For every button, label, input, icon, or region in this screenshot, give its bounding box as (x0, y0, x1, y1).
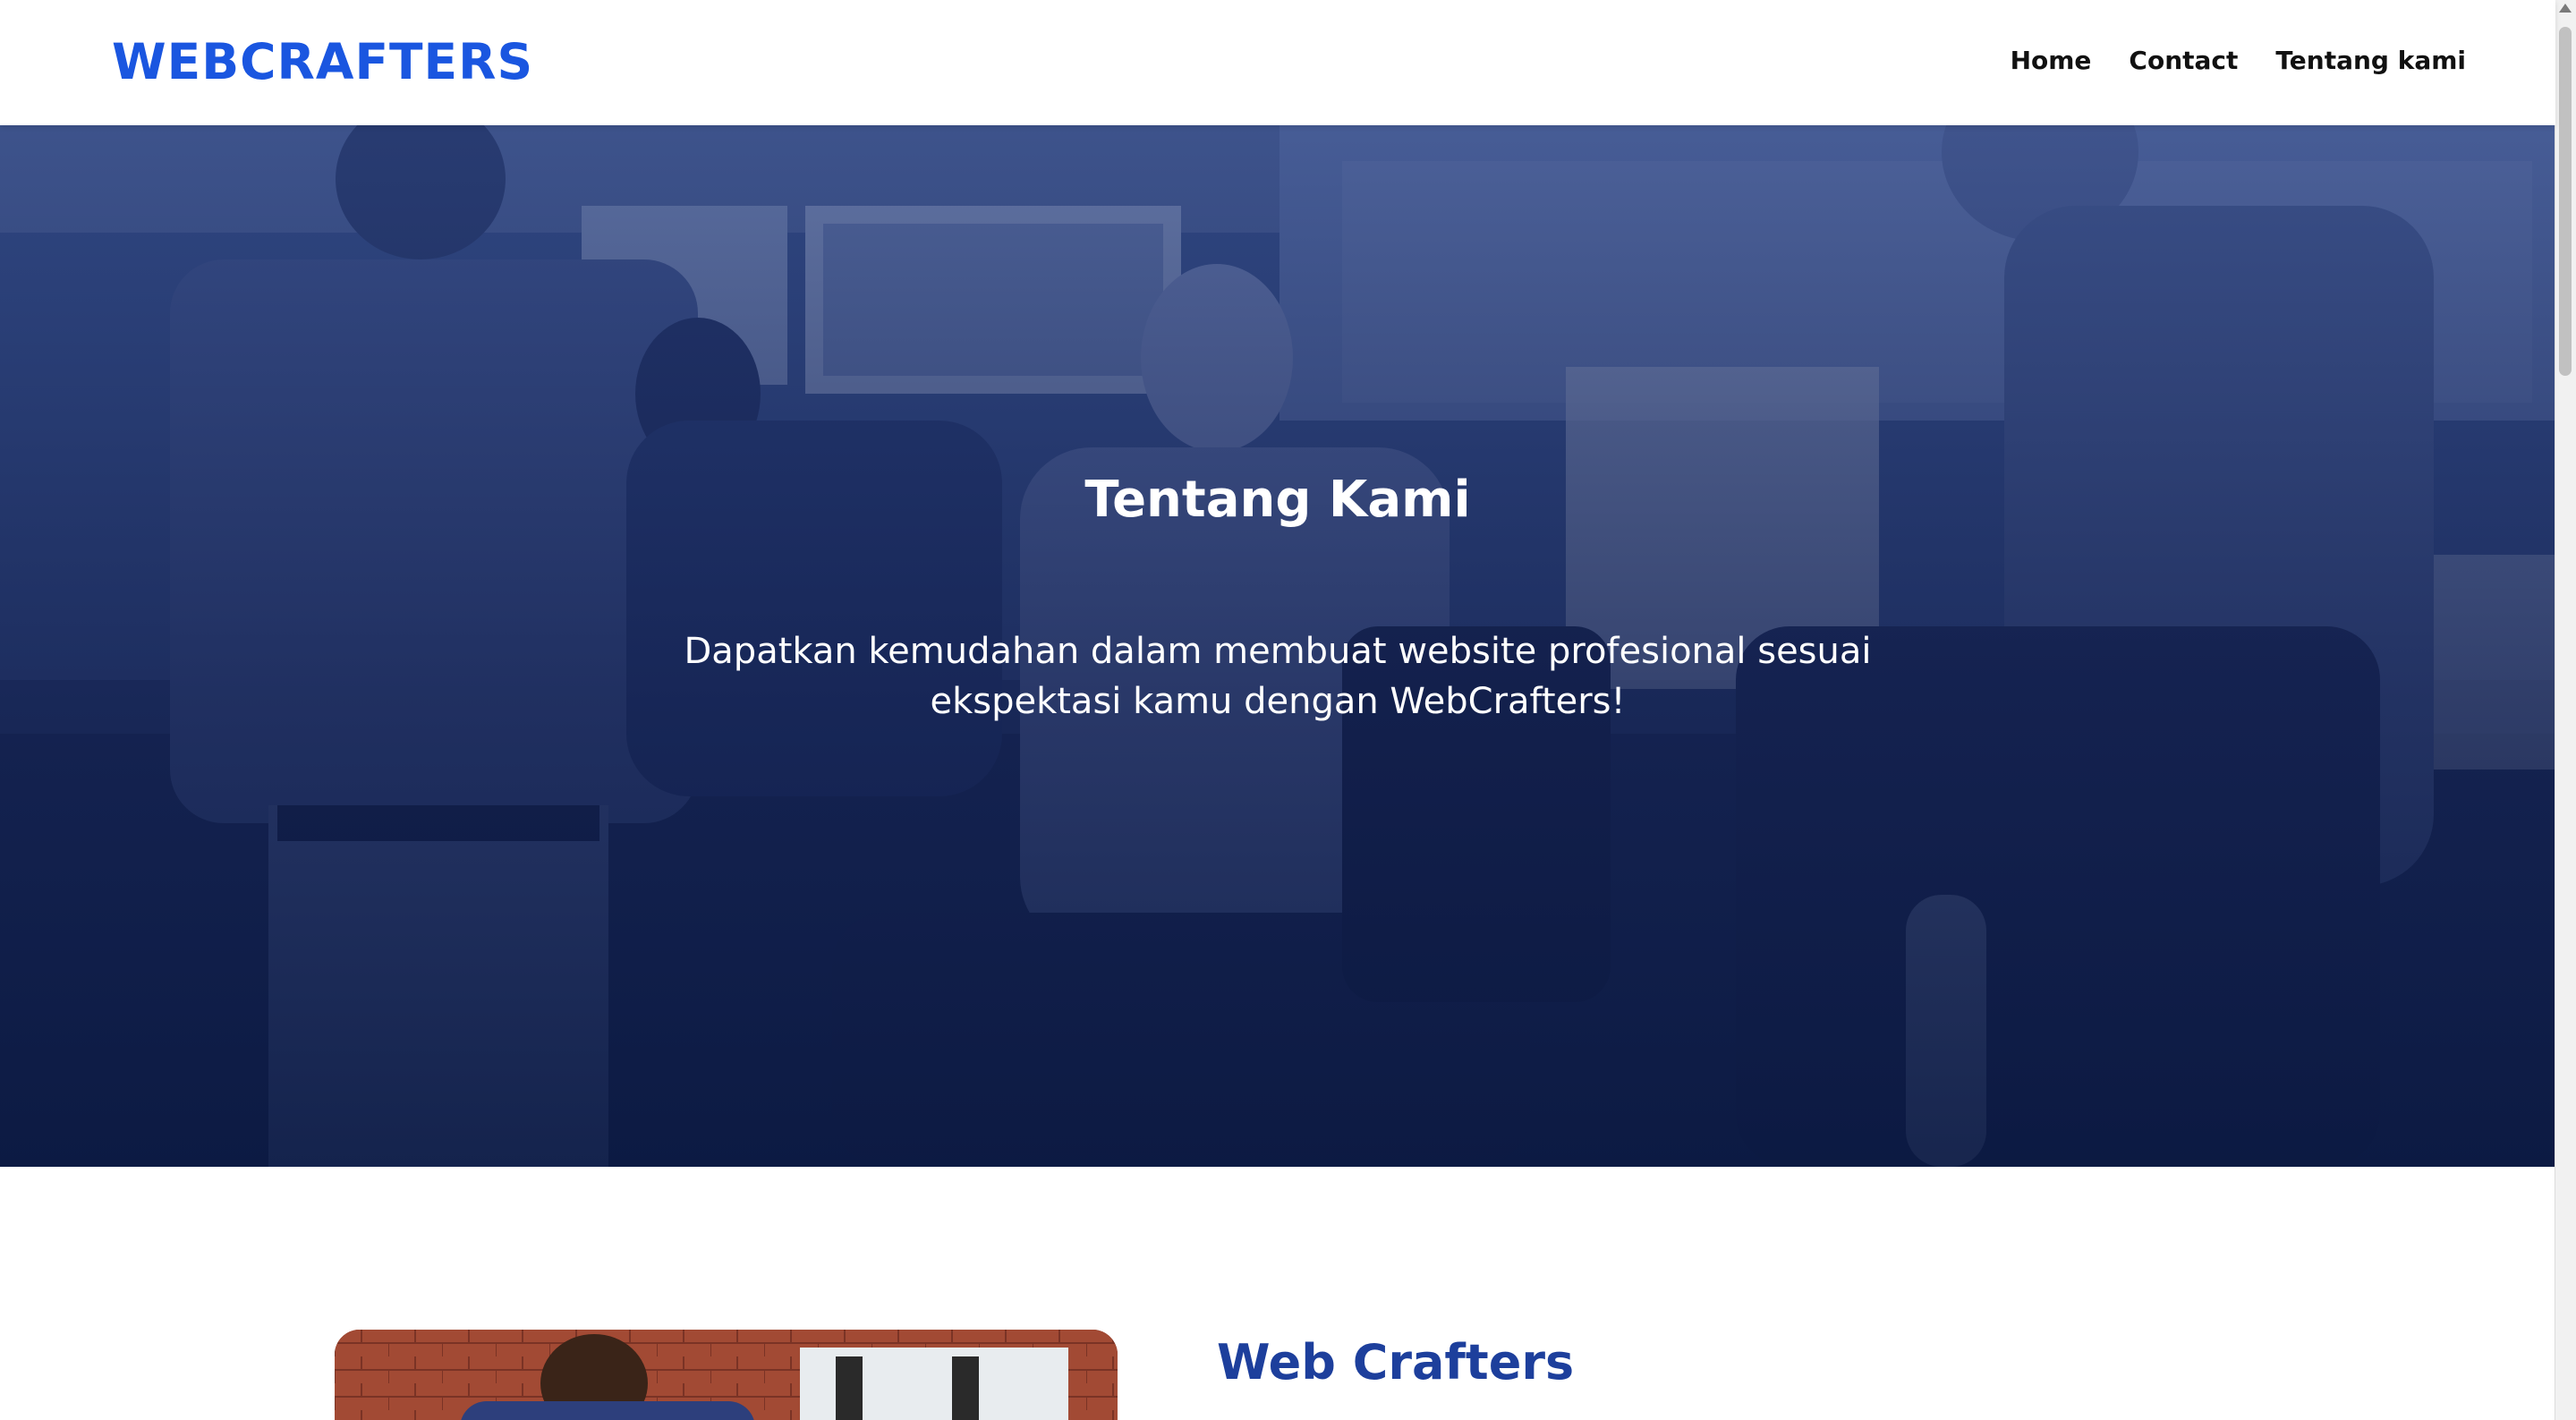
about-photo (335, 1330, 1118, 1420)
scroll-up-arrow-icon[interactable] (2559, 4, 2572, 13)
scrollbar-thumb[interactable] (2559, 27, 2572, 376)
nav-home-link[interactable]: Home (2011, 43, 2092, 79)
nav-about-link[interactable]: Tentang kami (2275, 43, 2466, 79)
about-heading: Web Crafters (1217, 1334, 1575, 1390)
hero-subtitle: Dapatkan kemudahan dalam membuat website… (684, 631, 1872, 722)
nav-contact-link[interactable]: Contact (2129, 43, 2238, 79)
hero-banner: Tentang Kami Dapatkan kemudahan dalam me… (0, 125, 2555, 1167)
main-nav: Home Contact Tentang kami (2011, 43, 2466, 79)
vertical-scrollbar[interactable] (2555, 0, 2576, 1420)
hero-title: Tentang Kami (1084, 471, 1471, 529)
site-logo[interactable]: WEBCRAFTERS (112, 32, 533, 91)
site-header: WEBCRAFTERS Home Contact Tentang kami (0, 0, 2555, 125)
page: WEBCRAFTERS Home Contact Tentang kami Te… (0, 0, 2576, 1420)
about-image (335, 1330, 1118, 1420)
